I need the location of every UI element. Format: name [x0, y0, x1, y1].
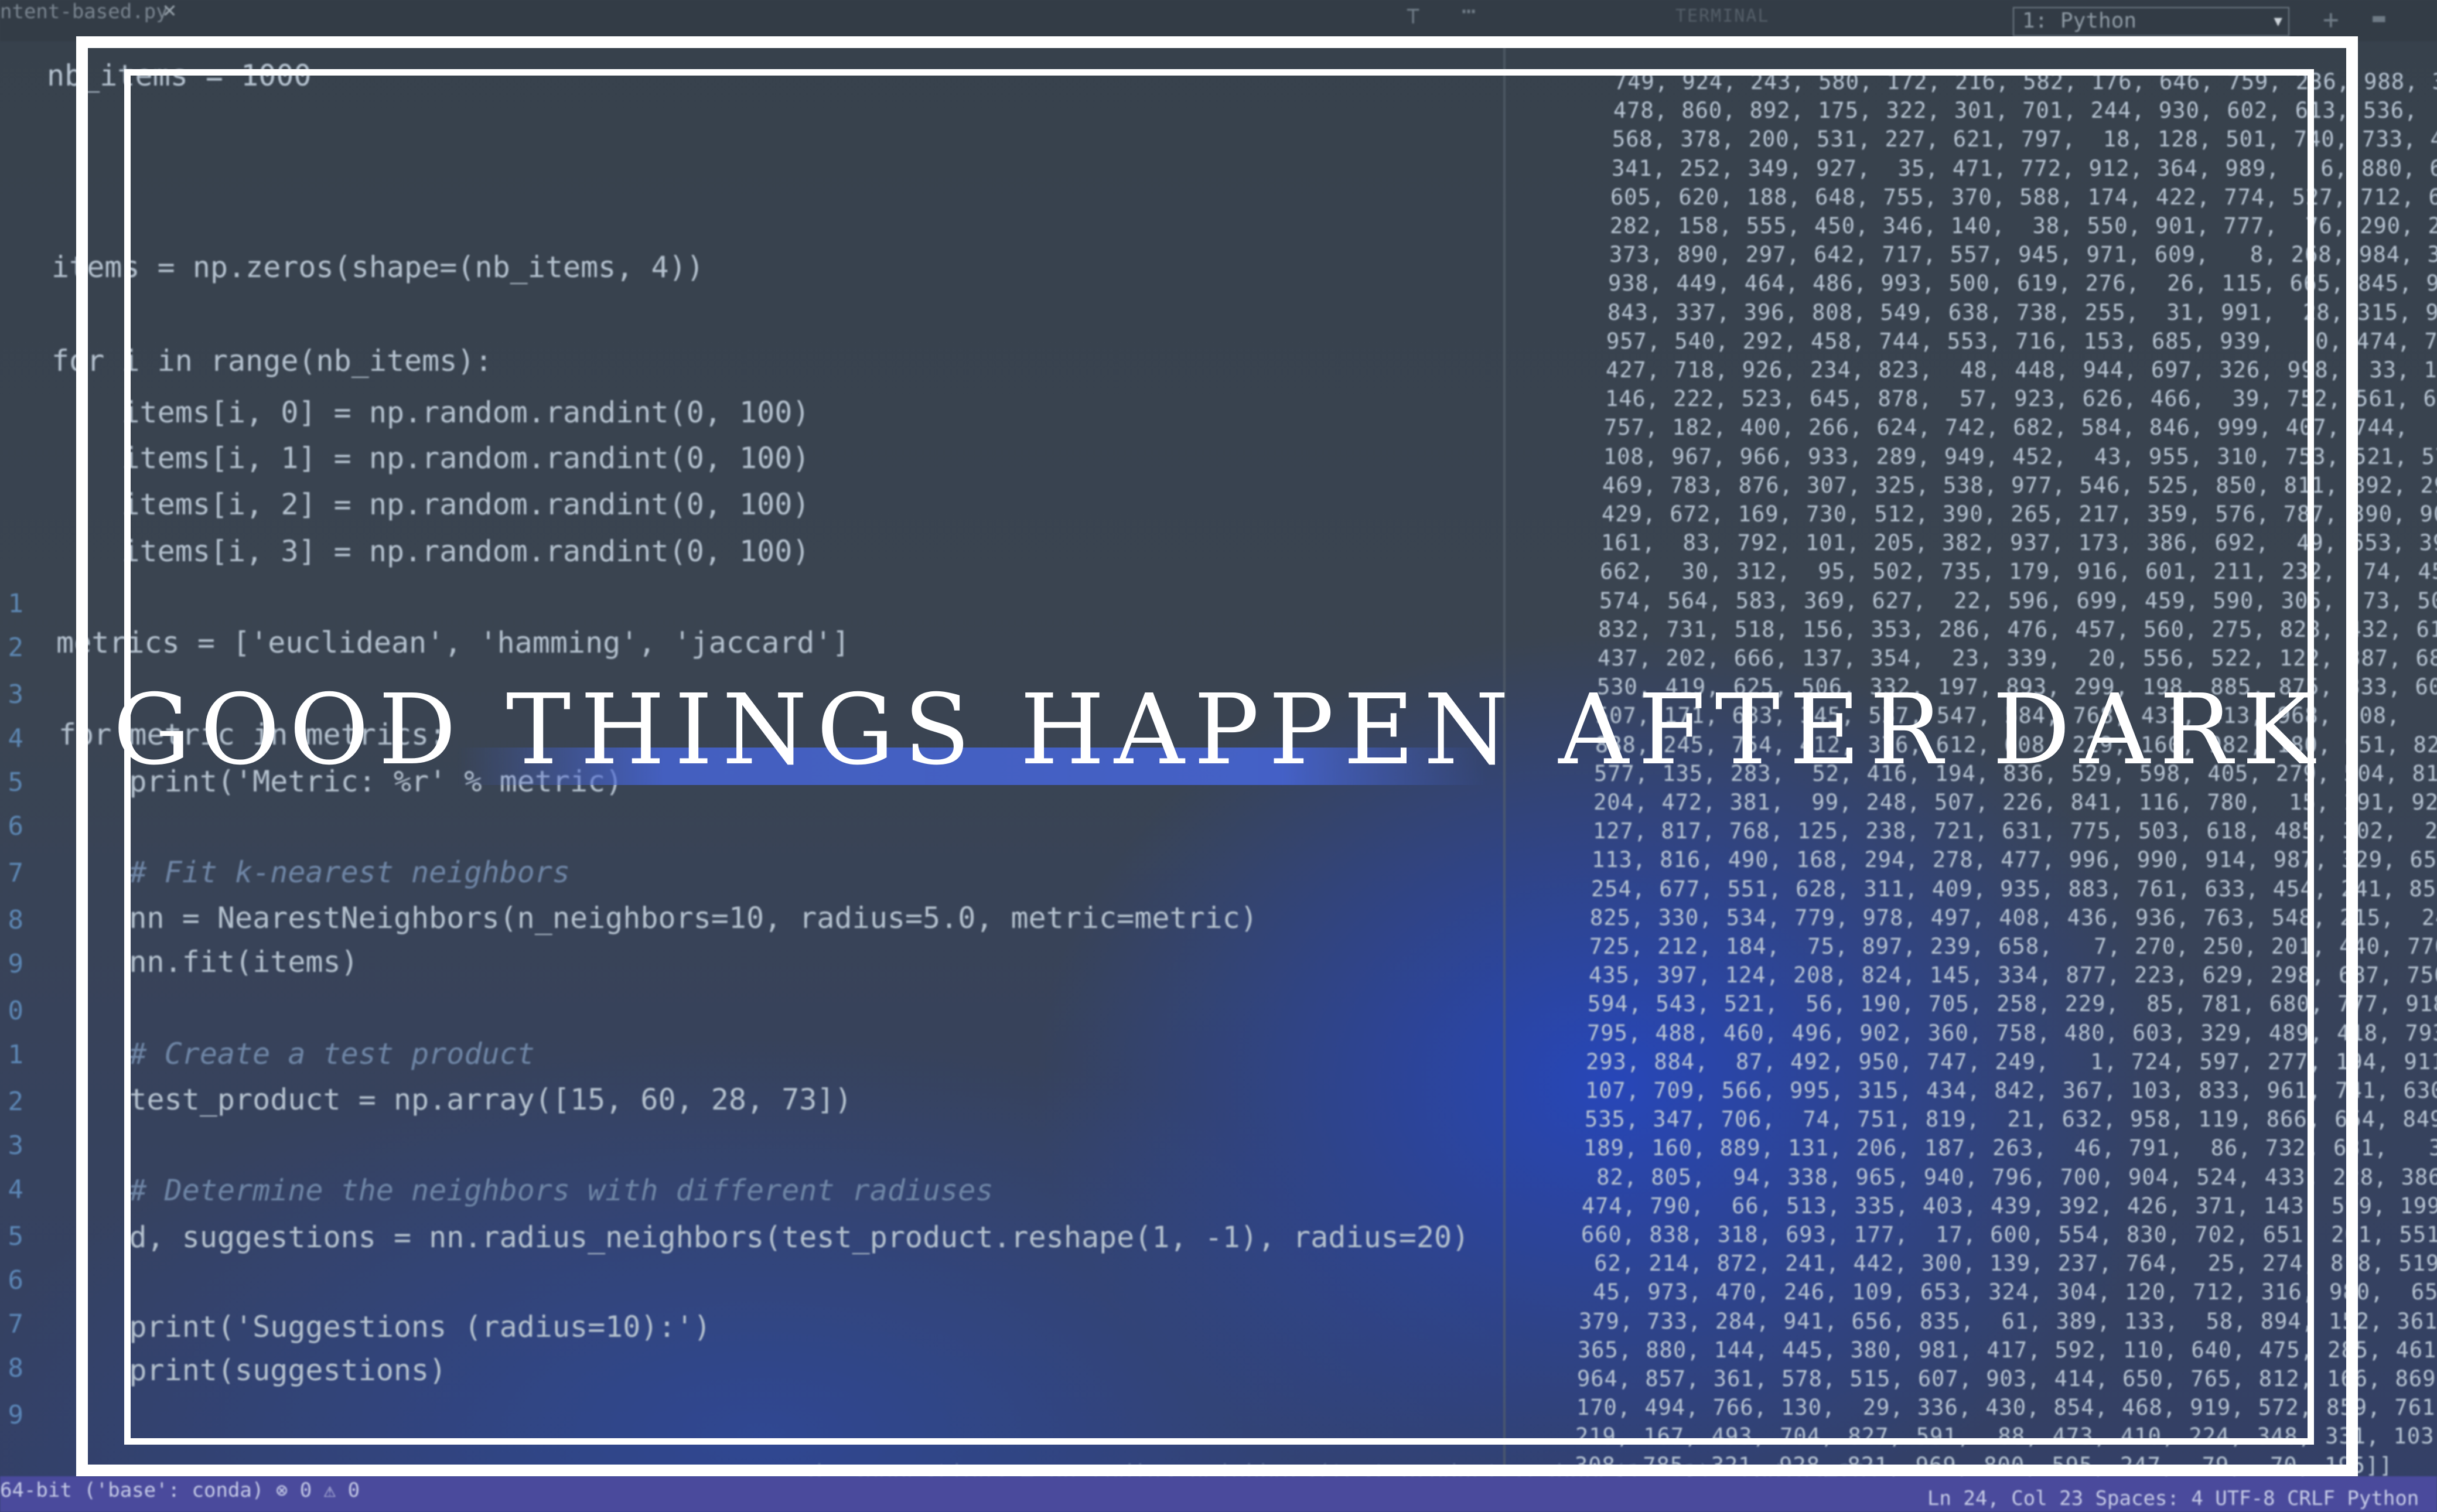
close-icon[interactable]: ✕ — [163, 0, 176, 22]
status-bar: 64-bit ('base': conda) ⊗ 0 ⚠ 0 Ln 24, Co… — [0, 1476, 2437, 1512]
status-interpreter[interactable]: 64-bit ('base': conda) ⊗ 0 ⚠ 0 — [0, 1479, 360, 1502]
line-number: 8 — [8, 1353, 24, 1383]
line-number: 1 — [8, 1040, 24, 1070]
chevron-down-icon: ▼ — [2274, 13, 2282, 29]
terminal-panel-title[interactable]: TERMINAL — [1675, 6, 1770, 26]
line-number: 8 — [8, 905, 24, 935]
line-number: 1 — [8, 589, 24, 619]
split-editor-icon[interactable]: ⊤ — [1406, 2, 1420, 29]
status-cursor-info[interactable]: Ln 24, Col 23 Spaces: 4 UTF-8 CRLF Pytho… — [1927, 1487, 2419, 1510]
line-number: 7 — [8, 858, 24, 888]
editor-tab-label[interactable]: ntent-based.py — [0, 0, 168, 23]
line-number: 5 — [8, 1221, 24, 1251]
line-number: 6 — [8, 811, 24, 841]
photo-background: ntent-based.py ✕ ⊤ ⋯ TERMINAL 1: Python … — [0, 0, 2437, 1512]
line-number: 2 — [8, 633, 24, 663]
line-number: 3 — [8, 1131, 24, 1161]
line-number: 0 — [8, 996, 24, 1026]
terminal-shell-label: 1: Python — [2022, 9, 2137, 33]
line-number: 9 — [8, 949, 24, 979]
line-number: 7 — [8, 1309, 24, 1339]
line-number: 4 — [8, 1175, 24, 1204]
trash-icon[interactable]: ▬ — [2373, 6, 2385, 30]
headline-text: GOOD THINGS HAPPEN AFTER DARK — [113, 674, 2324, 787]
line-number: 2 — [8, 1087, 24, 1117]
more-icon[interactable]: ⋯ — [1462, 0, 1476, 25]
line-number: 6 — [8, 1265, 24, 1295]
plus-icon[interactable]: + — [2323, 4, 2339, 35]
line-number: 9 — [8, 1400, 24, 1430]
terminal-shell-select[interactable]: 1: Python ▼ — [2013, 7, 2289, 36]
editor-tabbar: ntent-based.py ✕ ⊤ ⋯ TERMINAL 1: Python … — [0, 0, 2437, 41]
